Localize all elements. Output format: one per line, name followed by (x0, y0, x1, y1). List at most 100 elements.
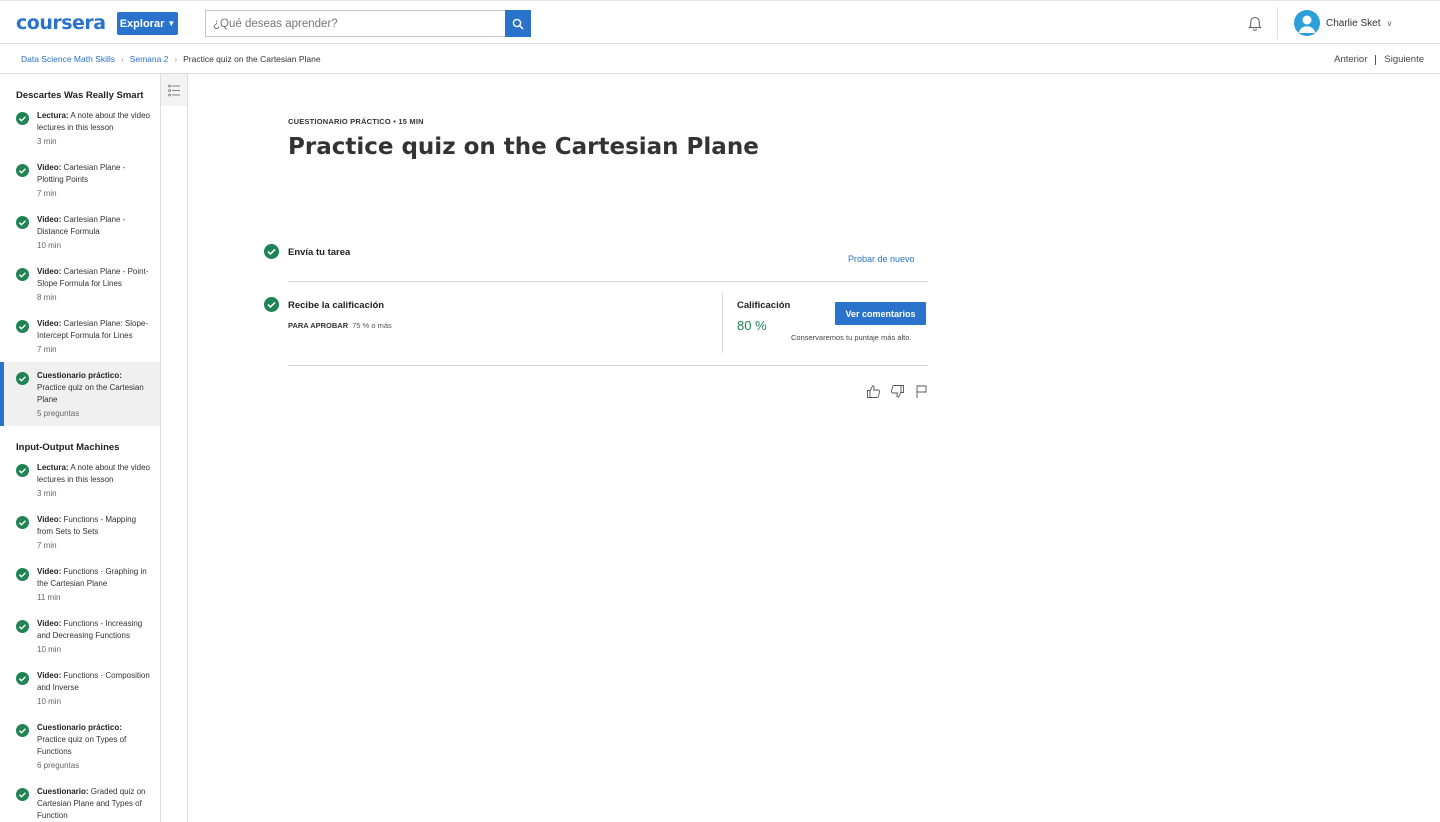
coursera-logo[interactable]: coursera (16, 12, 106, 34)
search-button[interactable] (505, 10, 531, 37)
pass-requirement: PARA APROBAR 75 % o más (288, 321, 392, 330)
submit-step-label: Envía tu tarea (288, 247, 351, 258)
sidebar-item[interactable]: Video: Cartesian Plane - Distance Formul… (0, 206, 160, 258)
sidebar-rail (160, 74, 188, 822)
breadcrumb-week[interactable]: Semana 2 (130, 54, 169, 64)
check-circle-icon (16, 112, 29, 125)
sidebar-item[interactable]: Cuestionario: Graded quiz on Cartesian P… (0, 778, 160, 822)
sidebar-section-title: Descartes Was Really Smart (16, 90, 144, 101)
check-circle-icon (16, 320, 29, 333)
sidebar-item-meta: 6 preguntas (37, 761, 80, 770)
user-name: Charlie Sket (1326, 17, 1381, 29)
sidebar-item-text: Video: Functions - Graphing in the Carte… (37, 566, 150, 590)
breadcrumb-current: Practice quiz on the Cartesian Plane (183, 54, 321, 64)
toggle-outline-button[interactable] (161, 74, 187, 106)
prev-next-nav: Anterior Siguiente (1334, 54, 1424, 65)
sidebar-item-meta: 7 min (37, 345, 57, 354)
sidebar-item[interactable]: Video: Cartesian Plane - Point-Slope For… (0, 258, 160, 310)
thumbs-down-icon[interactable] (890, 384, 905, 399)
nav-divider (1375, 54, 1377, 65)
page-title: Practice quiz on the Cartesian Plane (288, 134, 759, 160)
sidebar-item-meta: 3 min (37, 489, 57, 498)
view-feedback-button[interactable]: Ver comentarios (835, 302, 926, 325)
user-menu[interactable]: Charlie Sket ∨ (1294, 9, 1392, 37)
sidebar-item[interactable]: Cuestionario práctico: Practice quiz on … (0, 714, 160, 778)
sidebar-item-text: Video: Cartesian Plane - Plotting Points (37, 162, 150, 186)
sidebar-item-title: Practice quiz on Types of Functions (37, 735, 127, 756)
pass-value: 75 % o más (352, 321, 392, 330)
sidebar-item-kind: Cuestionario: (37, 787, 89, 796)
receive-grade-label: Recibe la calificación (288, 300, 385, 311)
retry-link[interactable]: Probar de nuevo (848, 254, 1440, 264)
divider (288, 281, 928, 282)
sidebar-item-kind: Video: (37, 515, 62, 524)
sidebar-item-text: Video: Cartesian Plane: Slope-Intercept … (37, 318, 150, 342)
sidebar-item-kind: Lectura: (37, 111, 69, 120)
sidebar-item[interactable]: Video: Cartesian Plane - Plotting Points… (0, 154, 160, 206)
sidebar-item[interactable]: Video: Functions - Increasing and Decrea… (0, 610, 160, 662)
sidebar-item-title: Practice quiz on the Cartesian Plane (37, 383, 144, 404)
list-icon (167, 84, 180, 96)
check-circle-icon (16, 568, 29, 581)
search-bar (205, 10, 531, 37)
check-circle-icon (16, 464, 29, 477)
thumbs-up-icon[interactable] (866, 384, 881, 399)
breadcrumb-separator: › (174, 54, 178, 64)
keep-highest-note: Conservaremos tu puntaje más alto. (791, 333, 912, 342)
sidebar-item-meta: 7 min (37, 541, 57, 550)
check-circle-icon (16, 164, 29, 177)
sidebar-item-kind: Video: (37, 215, 62, 224)
breadcrumb-separator: › (121, 54, 124, 64)
explore-button[interactable]: Explorar ▼ (117, 12, 178, 35)
bell-icon[interactable] (1246, 15, 1264, 33)
chevron-down-icon: ▼ (167, 19, 176, 28)
sidebar-item-text: Cuestionario: Graded quiz on Cartesian P… (37, 786, 150, 822)
sidebar-item-kind: Video: (37, 619, 62, 628)
sidebar-item[interactable]: Lectura: A note about the video lectures… (0, 454, 160, 506)
breadcrumb-course[interactable]: Data Science Math Skills (21, 54, 115, 64)
sidebar-item-meta: 7 min (37, 189, 57, 198)
header-divider (1277, 7, 1278, 39)
check-circle-icon (16, 216, 29, 229)
sidebar-item-active[interactable]: Cuestionario práctico: Practice quiz on … (0, 362, 160, 426)
sidebar-item-kind: Video: (37, 319, 62, 328)
check-circle-icon (264, 244, 279, 259)
grade-label: Calificación (737, 300, 791, 311)
course-sidebar: Descartes Was Really Smart Lectura: A not… (0, 74, 160, 822)
chevron-down-icon: ∨ (1386, 18, 1393, 28)
check-circle-icon (16, 372, 29, 385)
sidebar-item-meta: 5 preguntas (37, 409, 80, 418)
sidebar-item-kind: Lectura: (37, 463, 69, 472)
sidebar-item-text: Video: Functions - Composition and Inver… (37, 670, 150, 694)
main-content: CUESTIONARIO PRÁCTICO • 15 MIN Practice … (190, 74, 1440, 822)
check-circle-icon (16, 672, 29, 685)
divider (288, 365, 928, 366)
sidebar-item[interactable]: Video: Cartesian Plane: Slope-Intercept … (0, 310, 160, 362)
check-circle-icon (16, 788, 29, 801)
sidebar-item-text: Video: Cartesian Plane - Point-Slope For… (37, 266, 150, 290)
search-input[interactable] (205, 10, 505, 37)
sidebar-item-kind: Video: (37, 163, 62, 172)
sidebar-item-text: Cuestionario práctico: Practice quiz on … (37, 370, 150, 406)
explore-label: Explorar (119, 17, 165, 30)
sidebar-item-meta: 10 min (37, 241, 62, 250)
item-eyebrow: CUESTIONARIO PRÁCTICO • 15 MIN (288, 117, 424, 126)
top-header: coursera Explorar ▼ Charlie Sket ∨ (0, 0, 1440, 44)
sidebar-item-kind: Cuestionario práctico: (37, 371, 122, 380)
sidebar-item-meta: 10 min (37, 697, 62, 706)
check-circle-icon (16, 516, 29, 529)
sidebar-item[interactable]: Lectura: A note about the video lectures… (0, 102, 160, 154)
sidebar-item[interactable]: Video: Functions - Composition and Inver… (0, 662, 160, 714)
check-circle-icon (16, 620, 29, 633)
avatar-icon (1294, 10, 1320, 36)
next-link[interactable]: Siguiente (1384, 54, 1424, 65)
flag-icon[interactable] (914, 384, 929, 399)
sidebar-item[interactable]: Video: Functions - Graphing in the Carte… (0, 558, 160, 610)
grade-divider (722, 293, 723, 353)
sidebar-item[interactable]: Video: Functions - Mapping from Sets to … (0, 506, 160, 558)
sidebar-item-kind: Video: (37, 567, 62, 576)
previous-link[interactable]: Anterior (1334, 54, 1367, 65)
breadcrumb-bar: Data Science Math Skills › Semana 2 › Pr… (0, 44, 1440, 74)
grade-value: 80 % (737, 318, 767, 333)
sidebar-item-meta: 11 min (37, 593, 61, 602)
